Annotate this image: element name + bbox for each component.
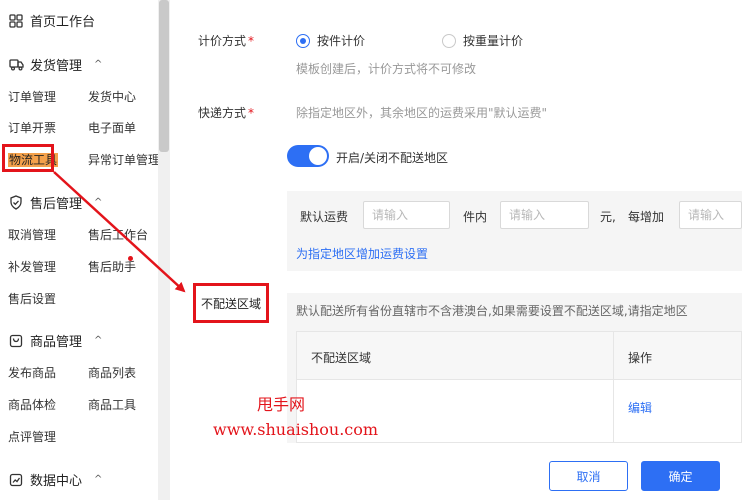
annotation-highlight-box [2,144,54,172]
noship-toggle-label: 开启/关闭不配送地区 [336,151,449,165]
radio-per-piece-label: 按件计价 [317,34,366,48]
chevron-up-icon: ^ [94,59,103,70]
sidebar-item-review-management[interactable]: 点评管理 [8,428,56,445]
bag-icon [8,333,24,349]
sidebar-section-goods[interactable]: 商品管理 ^ [8,331,102,350]
cancel-button[interactable]: 取消 [549,461,628,491]
chevron-up-icon: ^ [94,197,103,208]
sidebar-goods-title: 商品管理 [30,335,83,350]
sidebar-item-goods-tools[interactable]: 商品工具 [88,396,136,413]
sidebar-item-abnormal-orders[interactable]: 异常订单管理 [88,151,160,168]
notification-dot [128,256,133,261]
unit-piece-label: 件内 [463,210,488,224]
sidebar-item-order-invoice[interactable]: 订单开票 [8,119,56,136]
sidebar-item-publish-goods[interactable]: 发布商品 [8,364,56,381]
sidebar-aftersale-title: 售后管理 [30,197,83,212]
scrollbar-thumb[interactable] [159,0,169,152]
sidebar: 首页工作台 发货管理 ^ 订单管理 发货中心 订单开票 电子面单 物流工具 异常… [0,0,160,500]
table-header-action: 操作 [628,351,653,365]
per-increase-label: 每增加 [628,210,665,224]
required-mark: * [248,34,255,48]
sidebar-item-e-waybill[interactable]: 电子面单 [88,119,136,136]
sidebar-section-aftersale[interactable]: 售后管理 ^ [8,193,102,212]
chevron-up-icon: ^ [94,474,103,485]
column-divider [613,332,614,442]
shipping-hint: 除指定地区外，其余地区的运费采用"默认运费" [296,106,548,120]
truck-icon [8,57,24,73]
radio-unselected-icon [442,33,456,48]
edit-link[interactable]: 编辑 [628,399,652,416]
sidebar-home-label: 首页工作台 [30,15,96,30]
noship-region-label: 不配送区域 [193,283,269,323]
noship-hint: 默认配送所有省份直辖市不含港澳台,如果需要设置不配送区域,请指定地区 [296,304,688,318]
default-fee-input[interactable] [500,201,589,229]
sidebar-data-title: 数据中心 [30,474,83,489]
add-region-fee-link[interactable]: 为指定地区增加运费设置 [296,245,428,262]
shipping-method-text: 快递方式 [198,106,247,120]
sidebar-item-aftersale-workbench[interactable]: 售后工作台 [88,226,148,243]
shipping-method-label: 快递方式 * [198,104,254,121]
pricing-method-label: 计价方式 * [198,32,254,49]
radio-by-weight-label: 按重量计价 [463,34,524,48]
sidebar-item-aftersale-settings[interactable]: 售后设置 [8,290,56,307]
sidebar-item-home[interactable]: 首页工作台 [8,11,95,30]
watermark-url: www.shuaishou.com [213,420,379,439]
sidebar-item-order-management[interactable]: 订单管理 [8,88,56,105]
sidebar-section-shipping[interactable]: 发货管理 ^ [8,55,102,74]
sidebar-scrollbar[interactable] [158,0,170,500]
shield-check-icon [8,195,24,211]
default-fee-label: 默认运费 [300,210,349,224]
sidebar-item-reissue-management[interactable]: 补发管理 [8,258,56,275]
unit-yuan-label: 元, [600,210,616,224]
grid-icon [8,13,24,29]
radio-per-piece[interactable]: 按件计价 [296,32,365,49]
pricing-method-text: 计价方式 [198,34,247,48]
sidebar-item-cancel-management[interactable]: 取消管理 [8,226,56,243]
increase-input[interactable] [679,201,742,229]
sidebar-item-goods-list[interactable]: 商品列表 [88,364,136,381]
noship-region-text: 不配送区域 [200,296,261,311]
chart-icon [8,472,24,488]
radio-selected-icon [296,33,310,48]
radio-by-weight[interactable]: 按重量计价 [442,32,523,49]
table-header-region: 不配送区域 [311,351,372,365]
watermark-name: 甩手网 [257,395,306,414]
chevron-up-icon: ^ [94,335,103,346]
sidebar-item-shipping-center[interactable]: 发货中心 [88,88,136,105]
pricing-hint: 模板创建后，计价方式将不可修改 [296,62,477,76]
sidebar-shipping-title: 发货管理 [30,59,83,74]
sidebar-section-data[interactable]: 数据中心 ^ [8,470,102,489]
noship-toggle[interactable] [287,145,329,167]
required-mark: * [248,106,255,120]
default-pieces-input[interactable] [363,201,450,229]
confirm-button[interactable]: 确定 [641,461,720,491]
sidebar-item-goods-checkup[interactable]: 商品体检 [8,396,56,413]
